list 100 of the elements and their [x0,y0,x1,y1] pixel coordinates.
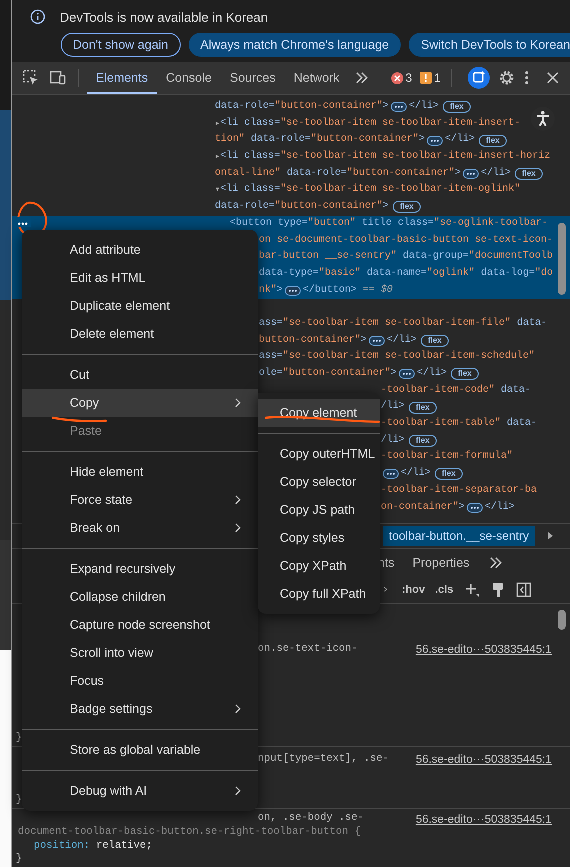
infobar-button[interactable]: Don't show again [61,33,181,57]
attribute-value: "button-container" [347,166,456,181]
code-text: data-role= [215,200,276,214]
device-toolbar-icon[interactable] [49,69,67,87]
menu-item[interactable]: Expand recursively [22,555,258,583]
menu-item[interactable]: Copy outerHTML [258,440,380,468]
menu-item[interactable]: Copy [22,389,258,417]
scrollbar-thumb[interactable] [558,610,566,630]
css-selector: document-toolbar-basic-button.se-right-toolbar-button { [18,826,361,840]
sidebar-toggle-icon[interactable] [516,582,532,598]
error-count[interactable]: 3 [390,71,412,85]
toggle-button[interactable]: .cls [435,584,454,596]
code-text: data-role= [215,100,276,114]
panel-tab[interactable]: Elements [87,62,158,94]
attribute-value: "button-container" [275,100,384,114]
attribute-value: "se-toolbar-item se-toolbar-item-insert-horiz [280,150,550,164]
menu-item[interactable]: Copy XPath [258,552,380,580]
ellipsis-icon[interactable] [427,136,444,146]
settings-icon[interactable] [498,69,516,87]
code-text: data-group= [402,250,470,264]
attribute-value: "se-toolbar-item se-toolbar-item-file" [283,316,512,331]
close-icon[interactable] [546,71,560,85]
flex-badge[interactable]: flex [435,468,463,480]
infobar-button[interactable]: Always match Chrome's language [188,33,402,57]
attribute-value: -toolbar-item-table" [381,416,502,432]
expand-toggle[interactable]: ▸ [215,149,220,166]
source-link[interactable]: 56.se-edito⋯503835445:1 [416,642,552,657]
flex-badge[interactable]: flex [409,435,437,448]
code-text: data-name= [366,266,428,281]
code-text: </button> [303,284,358,298]
add-rule-icon[interactable] [464,582,480,598]
code-text: </li> [401,466,432,482]
panel-tab[interactable]: Console [157,62,221,94]
menu-item[interactable]: Add attribute [22,236,258,264]
flex-badge[interactable]: flex [393,201,421,214]
ellipsis-icon[interactable] [369,336,386,346]
menu-item[interactable]: Break on [22,514,258,542]
menu-item[interactable]: Edit as HTML [22,264,258,292]
ellipsis-icon[interactable] [285,286,302,296]
node-actions-button[interactable] [15,217,31,227]
breadcrumb-item[interactable]: toolbar-button.__se-sentry [383,526,536,546]
menu-item[interactable]: Copy full XPath [258,580,380,608]
closing-brace: } [16,853,22,865]
attribute-value: "button-container" [311,132,420,148]
menu-item[interactable]: Collapse children [22,583,258,611]
ellipsis-icon[interactable] [391,102,408,112]
flex-badge[interactable]: flex [451,368,479,380]
ai-assistance-icon[interactable] [468,67,490,89]
ellipsis-icon[interactable] [399,369,416,380]
flex-badge[interactable]: flex [443,101,471,114]
flex-badge[interactable]: flex [479,134,507,147]
closing-brace: } [16,732,22,744]
attribute-value: "documentToolb [469,250,554,264]
code-text: > [419,133,426,148]
expand-toggle[interactable]: ▸ [215,116,220,132]
attribute-value: -toolbar-item-code" [381,384,496,398]
menu-item[interactable]: Debug with AI [22,777,258,805]
flex-badge[interactable]: flex [409,402,437,414]
menu-item[interactable]: Capture node screenshot [22,611,258,639]
code-text: > [383,200,390,214]
menu-item[interactable]: Focus [22,667,258,695]
menu-item[interactable]: Copy selector [258,468,380,496]
sidebar-tab[interactable]: Properties [412,556,470,570]
source-link[interactable]: 56.se-edito⋯503835445:1 [416,812,552,826]
infobar-button[interactable]: Switch DevTools to Korean [409,33,570,57]
menu-item[interactable]: Force state [22,486,258,514]
scrollbar-thumb[interactable] [558,223,566,295]
ellipsis-icon[interactable] [383,469,399,480]
ellipsis-icon[interactable] [467,502,484,513]
attribute-value: -toolbar-item-separator-ba [381,484,538,498]
code-text: data- [500,384,532,398]
panel-tab[interactable]: Network [284,62,349,94]
menu-item[interactable]: Copy JS path [258,496,380,524]
attribute-value: "basic" [319,266,362,281]
expand-toggle[interactable]: ▾ [215,182,220,200]
code-text: </li> [417,366,448,381]
menu-item[interactable]: Copy styles [258,524,380,552]
attribute-value: tion" [215,132,246,148]
panel-tab[interactable]: Sources [220,62,285,94]
inspect-icon[interactable] [22,69,40,87]
menu-item[interactable]: Scroll into view [22,639,258,667]
toggle-button[interactable]: :hov [402,584,426,596]
menu-item[interactable]: Delete element [22,320,258,348]
more-tabs-icon[interactable] [488,556,504,570]
menu-item[interactable]: Badge settings [22,695,258,723]
code-text: data-role= [286,166,348,181]
code-text: data- [506,416,538,432]
menu-item[interactable]: Cut [22,361,258,389]
flex-badge[interactable]: flex [421,334,449,347]
code-text: > [383,100,390,114]
menu-item[interactable]: Store as global variable [22,736,258,764]
source-link[interactable]: 56.se-edito⋯503835445:1 [416,752,552,767]
attribute-value: on se-document-toolbar-basic-button se-text-icon- [259,234,554,248]
code-text: > [277,284,284,298]
css-selector: on.se-text-icon- [258,642,358,657]
ellipsis-icon[interactable] [463,169,480,180]
more-options-icon[interactable] [524,70,530,86]
flex-badge[interactable]: flex [515,168,543,180]
menu-item[interactable]: Hide element [22,458,258,486]
menu-item[interactable]: Duplicate element [22,292,258,320]
